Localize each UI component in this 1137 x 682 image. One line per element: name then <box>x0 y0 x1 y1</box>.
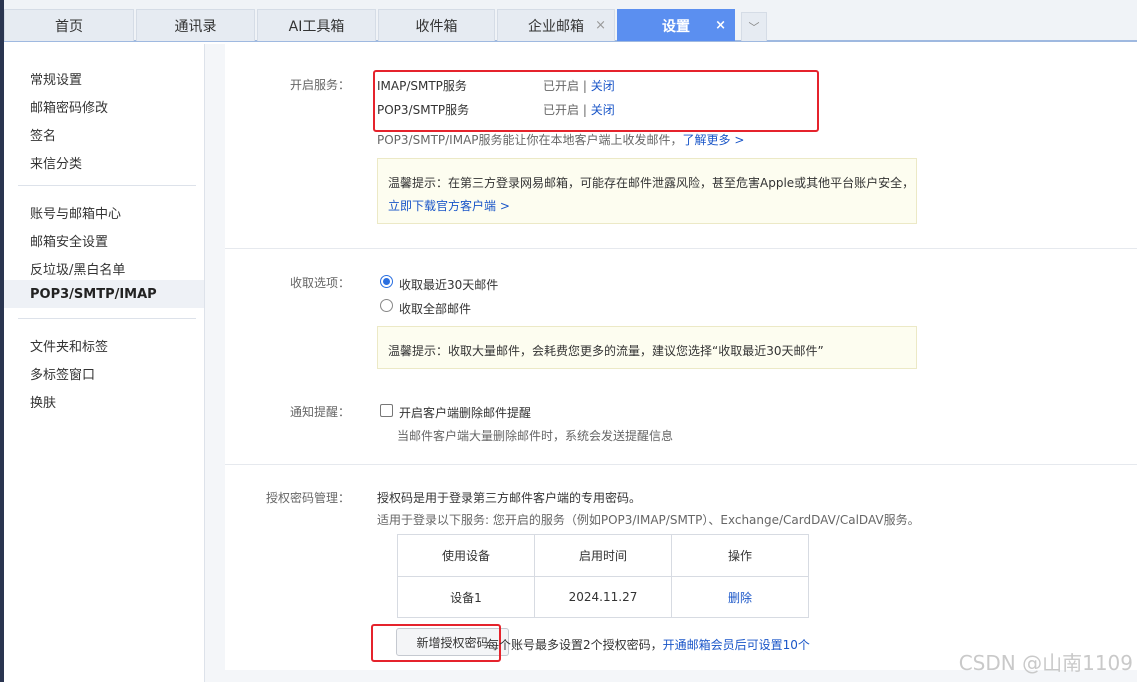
traffic-tip-box: 温馨提示：收取大量邮件，会耗费您更多的流量，建议您选择“收取最近30天邮件” <box>377 326 917 369</box>
close-icon[interactable]: × <box>595 18 606 33</box>
limit-text: 每个账号最多设置2个授权密码， <box>487 638 663 652</box>
tab-settings[interactable]: 设置 × <box>617 9 735 41</box>
notify-description: 当邮件客户端大量删除邮件时，系统会发送提醒信息 <box>397 429 674 443</box>
checkbox-label: 开启客户端删除邮件提醒 <box>399 406 532 420</box>
tab-label: 通讯录 <box>174 18 217 35</box>
sidebar-item-general[interactable]: 常规设置 <box>30 69 82 88</box>
tab-label: AI工具箱 <box>288 18 345 35</box>
sidebar-item-mail-rules[interactable]: 来信分类 <box>30 153 82 172</box>
time-cell: 2024.11.27 <box>534 576 672 618</box>
tab-label: 首页 <box>55 18 83 35</box>
settings-panel: 开启服务： IMAP/SMTP服务 已开启 | 关闭 POP3/SMTP服务 已… <box>225 44 1137 670</box>
sidebar-item-multitab[interactable]: 多标签窗口 <box>30 364 95 383</box>
section-divider <box>225 248 1137 249</box>
sidebar-divider <box>18 318 196 319</box>
radio-label: 收取最近30天邮件 <box>399 278 499 292</box>
sidebar-item-folders[interactable]: 文件夹和标签 <box>30 336 108 355</box>
auth-limit-note: 每个账号最多设置2个授权密码，开通邮箱会员后可设置10个 <box>487 636 810 653</box>
radio-recent-30-days[interactable] <box>380 275 393 288</box>
sidebar-item-security[interactable]: 邮箱安全设置 <box>30 231 108 250</box>
close-icon[interactable]: × <box>715 18 726 33</box>
tab-inbox[interactable]: 收件箱 <box>378 9 495 41</box>
services-description: POP3/SMTP/IMAP服务能让你在本地客户端上收发邮件，了解更多 > <box>377 131 744 148</box>
tab-label: 企业邮箱 <box>528 18 584 35</box>
download-client-link[interactable]: 立即下载官方客户端 > <box>388 197 510 214</box>
tab-home[interactable]: 首页 <box>4 9 134 41</box>
auth-services-note: 适用于登录以下服务: 您开启的服务（例如POP3/IMAP/SMTP）、Exch… <box>377 513 920 527</box>
highlight-box <box>373 70 819 132</box>
tab-bar: 首页 通讯录 AI工具箱 收件箱 企业邮箱 × 设置 × ﹀ <box>4 0 1137 42</box>
table-row: 设备1 2024.11.27 删除 <box>397 576 809 618</box>
desc-text: POP3/SMTP/IMAP服务能让你在本地客户端上收发邮件， <box>377 133 683 147</box>
auth-code-label: 授权密码管理： <box>265 491 350 505</box>
receive-options-label: 收取选项： <box>289 276 350 290</box>
auth-description: 授权码是用于登录第三方邮件客户端的专用密码。 <box>377 491 642 505</box>
tab-contacts[interactable]: 通讯录 <box>136 9 255 41</box>
column-header: 操作 <box>671 534 809 577</box>
sidebar-divider <box>18 185 196 186</box>
services-label: 开启服务： <box>289 78 350 92</box>
tab-ai-toolbox[interactable]: AI工具箱 <box>257 9 376 41</box>
chevron-down-icon[interactable]: ﹀ <box>741 12 767 41</box>
device-cell: 设备1 <box>397 576 535 618</box>
delete-link[interactable]: 删除 <box>728 591 752 605</box>
security-tip-box: 温馨提示：在第三方登录网易邮箱，可能存在邮件泄露风险，甚至危害Apple或其他平… <box>377 158 917 224</box>
tip-text: 温馨提示：收取大量邮件，会耗费您更多的流量，建议您选择“收取最近30天邮件” <box>388 344 824 358</box>
sidebar-item-signature[interactable]: 签名 <box>30 125 56 144</box>
auth-code-table: 使用设备 启用时间 操作 设备1 2024.11.27 删除 <box>397 534 809 618</box>
vip-link[interactable]: 开通邮箱会员后可设置10个 <box>663 638 810 652</box>
watermark: CSDN @山南1109 <box>958 651 1133 675</box>
learn-more-link[interactable]: 了解更多 > <box>683 133 745 147</box>
table-header-row: 使用设备 启用时间 操作 <box>397 534 809 577</box>
column-header: 使用设备 <box>397 534 535 577</box>
tab-label: 收件箱 <box>415 18 458 35</box>
settings-sidebar: 常规设置 邮箱密码修改 签名 来信分类 账号与邮箱中心 邮箱安全设置 反垃圾/黑… <box>4 44 205 682</box>
radio-all-mail[interactable] <box>380 299 393 312</box>
sidebar-item-pop3-smtp-imap[interactable]: POP3/SMTP/IMAP <box>30 287 157 302</box>
delete-alert-checkbox[interactable] <box>380 404 393 417</box>
tab-label: 设置 <box>662 18 690 35</box>
notify-label: 通知提醒： <box>289 405 350 419</box>
column-header: 启用时间 <box>534 534 672 577</box>
highlight-box <box>371 624 501 662</box>
radio-label: 收取全部邮件 <box>399 302 472 316</box>
sidebar-item-password[interactable]: 邮箱密码修改 <box>30 97 108 116</box>
sidebar-item-account-center[interactable]: 账号与邮箱中心 <box>30 203 121 222</box>
tab-enterprise-mail[interactable]: 企业邮箱 × <box>497 9 615 41</box>
sidebar-item-antispam[interactable]: 反垃圾/黑白名单 <box>30 259 125 278</box>
sidebar-item-skin[interactable]: 换肤 <box>30 392 56 411</box>
section-divider <box>225 464 1137 465</box>
action-cell: 删除 <box>671 576 809 618</box>
settings-main: 开启服务： IMAP/SMTP服务 已开启 | 关闭 POP3/SMTP服务 已… <box>205 44 1137 682</box>
tip-text: 温馨提示：在第三方登录网易邮箱，可能存在邮件泄露风险，甚至危害Apple或其他平… <box>388 176 915 190</box>
app-window: 首页 通讯录 AI工具箱 收件箱 企业邮箱 × 设置 × ﹀ 常规设置 邮箱密码… <box>0 0 1137 682</box>
